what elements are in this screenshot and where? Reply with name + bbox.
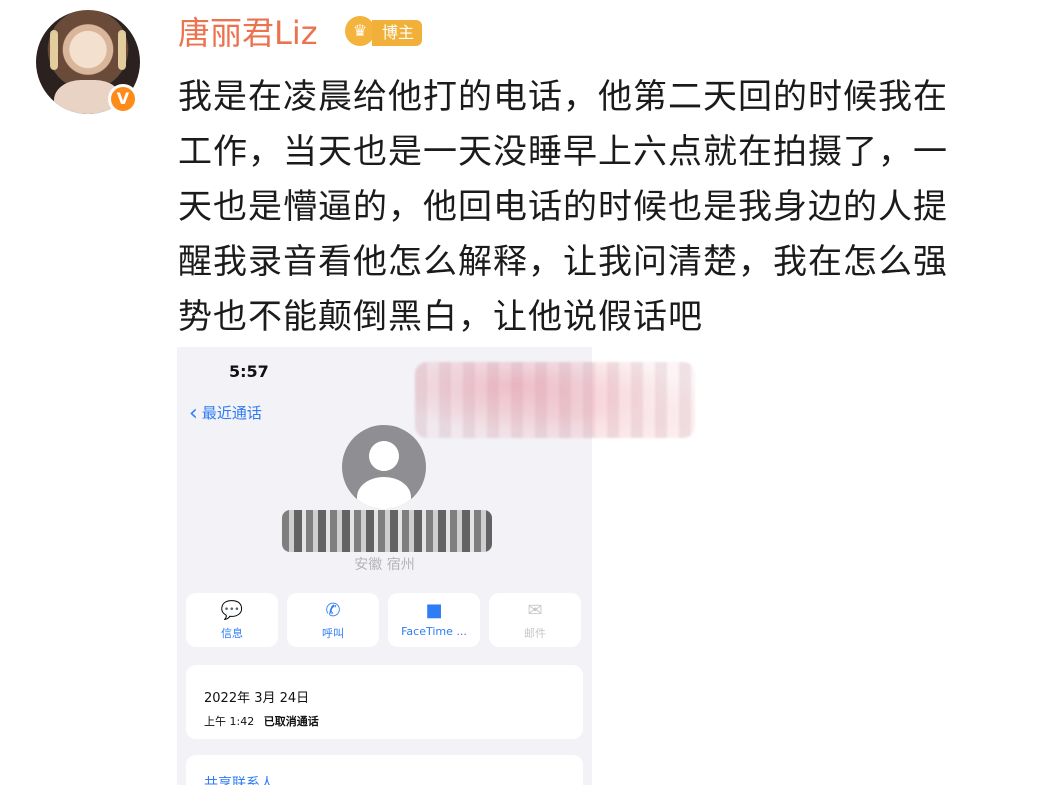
call-status: 已取消通话 — [263, 715, 319, 728]
avatar-light-decoration — [50, 30, 58, 70]
call-history-card: 2022年 3月 24日 上午 1:42 已取消通话 — [186, 665, 583, 739]
avatar-light-decoration — [118, 30, 126, 70]
mail-icon: ✉ — [527, 600, 543, 621]
share-contact-card[interactable]: 共享联系人 — [186, 755, 583, 785]
post-line: 势也不能颠倒黑白，让他说假话吧 — [178, 297, 703, 337]
call-time: 上午 1:42 — [204, 715, 255, 728]
post-text: 我是在凌晨给他打的电话，他第二天回的时候我在 工作，当天也是一天没睡早上六点就在… — [178, 70, 1038, 345]
share-contact-link[interactable]: 共享联系人 — [204, 773, 274, 785]
action-label: 邮件 — [524, 627, 546, 640]
verified-badge-icon: V — [108, 84, 138, 114]
action-label: 信息 — [221, 627, 243, 640]
blogger-tag: 博主 — [372, 20, 423, 46]
username[interactable]: 唐丽君Liz — [178, 12, 318, 54]
video-icon: ■ — [425, 600, 443, 621]
message-button[interactable]: 💬 信息 — [186, 593, 278, 647]
status-time: 5:57 — [229, 362, 269, 381]
message-icon: 💬 — [220, 600, 244, 621]
contact-location: 安徽 宿州 — [354, 557, 415, 573]
call-button[interactable]: ✆ 呼叫 — [287, 593, 379, 647]
blurred-contact-name — [282, 510, 492, 552]
person-icon-head — [369, 441, 399, 471]
post-line: 我是在凌晨给他打的电话，他第二天回的时候我在 — [178, 77, 948, 117]
chevron-left-icon: ‹ — [189, 401, 198, 426]
call-entry: 上午 1:42 已取消通话 — [204, 713, 319, 729]
crown-icon: ♛ — [345, 16, 375, 46]
facetime-button[interactable]: ■ FaceTime ... — [388, 593, 480, 647]
phone-icon: ✆ — [325, 600, 341, 621]
person-icon-body — [357, 477, 411, 509]
post-line: 天也是懵逼的，他回电话的时候也是我身边的人提 — [178, 187, 948, 227]
mail-button[interactable]: ✉ 邮件 — [489, 593, 581, 647]
call-date: 2022年 3月 24日 — [204, 691, 310, 706]
pink-blur-censor — [415, 362, 695, 438]
action-label: 呼叫 — [322, 627, 344, 640]
back-label: 最近通话 — [201, 404, 262, 422]
action-label: FaceTime ... — [401, 625, 467, 638]
post-line: 醒我录音看他怎么解释，让我问清楚，我在怎么强 — [178, 242, 948, 282]
contact-avatar — [342, 425, 426, 509]
back-button[interactable]: ‹ 最近通话 — [189, 401, 262, 426]
post-line: 工作，当天也是一天没睡早上六点就在拍摄了，一 — [178, 132, 948, 172]
